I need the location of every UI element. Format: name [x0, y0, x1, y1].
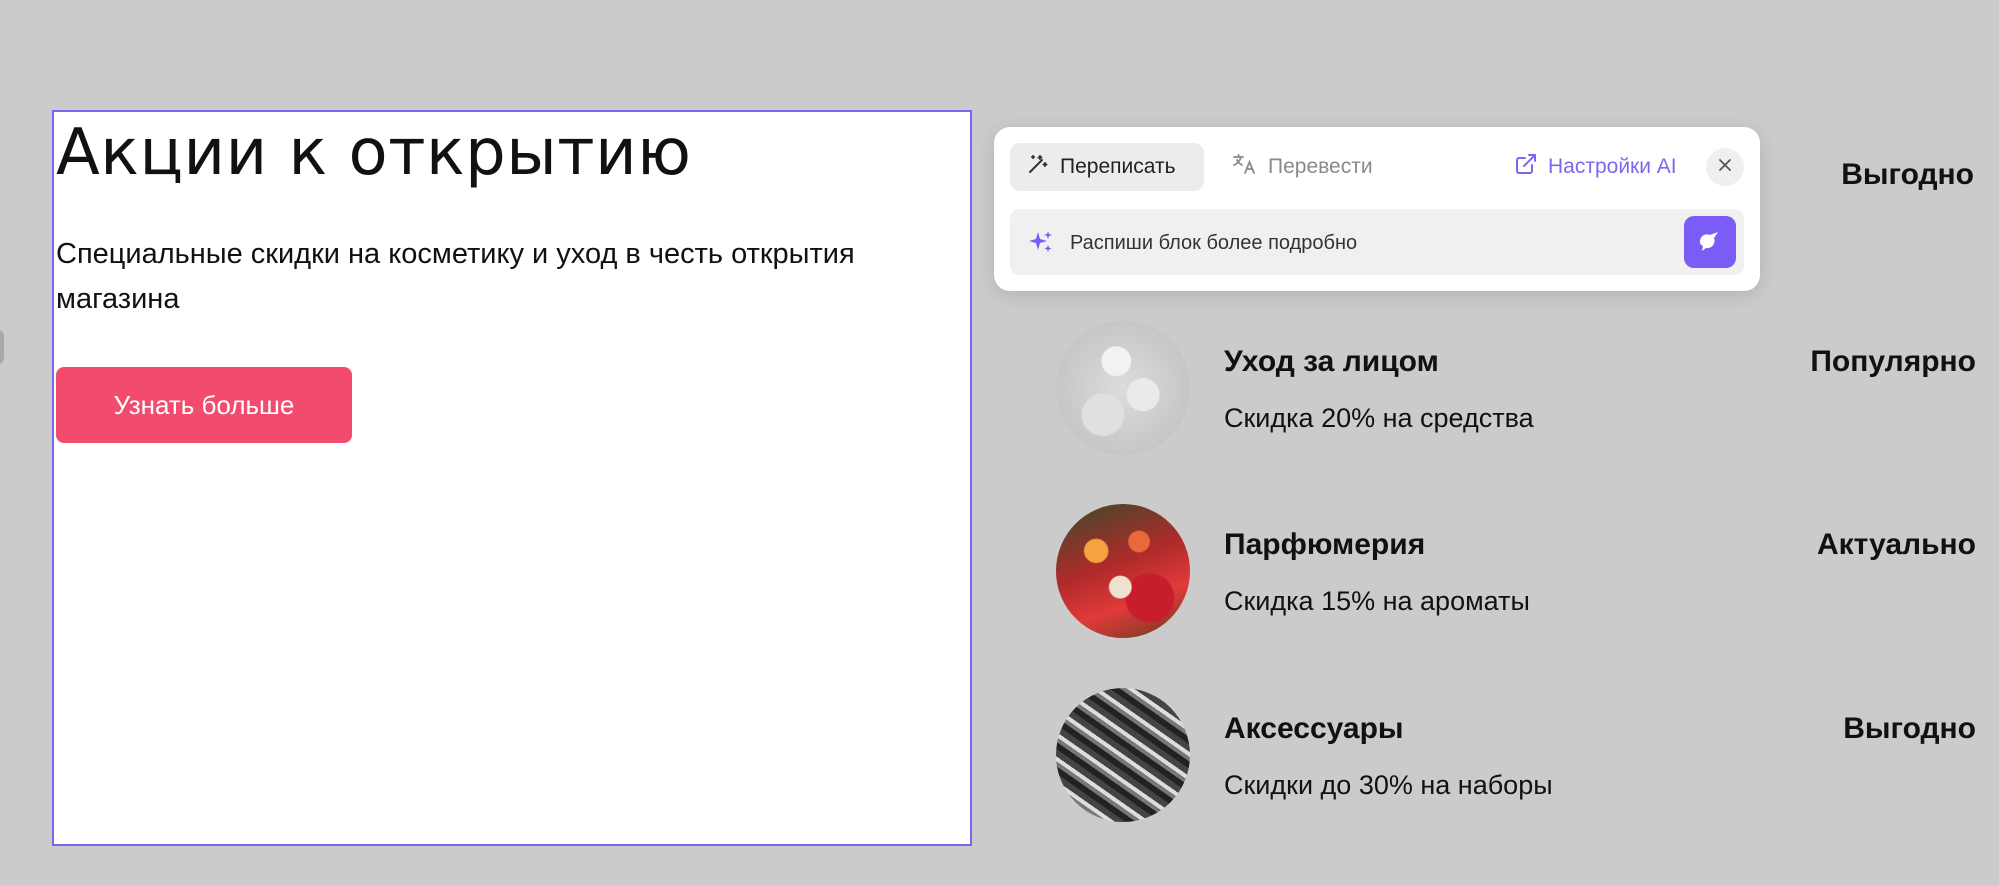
ai-settings-link[interactable]: Настройки AI [1514, 143, 1677, 191]
promo-badge: Актуально [1816, 528, 1976, 561]
hero-title: Акции к открытию [56, 116, 692, 190]
selected-hero-block[interactable]: Акции к открытию Специальные скидки на к… [52, 110, 972, 846]
promo-item[interactable]: Парфюмерия Скидка 15% на ароматы Актуаль… [1056, 504, 1976, 640]
promo-title: Уход за лицом [1224, 345, 1439, 378]
drag-handle[interactable] [0, 330, 4, 364]
send-icon [1696, 226, 1724, 259]
top-promo-badge: Выгодно [1841, 158, 1974, 191]
promo-title: Парфюмерия [1224, 528, 1426, 561]
send-button[interactable] [1684, 216, 1736, 268]
face-care-photo [1056, 321, 1190, 455]
tab-translate-label: Перевести [1268, 155, 1373, 178]
promo-badge: Выгодно [1843, 712, 1976, 745]
promo-title: Аксессуары [1224, 712, 1404, 745]
tab-translate[interactable]: Перевести [1216, 143, 1389, 191]
external-link-icon [1514, 152, 1538, 182]
accessories-photo [1056, 688, 1190, 822]
close-icon [1717, 157, 1733, 178]
learn-more-button[interactable]: Узнать больше [56, 367, 352, 443]
promo-description: Скидка 15% на ароматы [1224, 586, 1530, 616]
translate-icon [1232, 152, 1258, 182]
ai-prompt-input[interactable] [1068, 223, 1652, 263]
promo-description: Скидка 20% на средства [1224, 403, 1534, 433]
tab-rewrite[interactable]: Переписать [1010, 143, 1204, 191]
tab-rewrite-label: Переписать [1060, 155, 1176, 178]
magic-wand-icon [1026, 152, 1050, 182]
promo-item[interactable]: Уход за лицом Скидка 20% на средства Поп… [1056, 321, 1976, 457]
ai-settings-label: Настройки AI [1548, 155, 1677, 178]
close-button[interactable] [1706, 148, 1744, 186]
promo-description: Скидки до 30% на наборы [1224, 770, 1553, 800]
promo-badge: Популярно [1810, 345, 1976, 378]
promo-item[interactable]: Аксессуары Скидки до 30% на наборы Выгод… [1056, 688, 1976, 824]
perfume-photo [1056, 504, 1190, 638]
hero-subtitle: Специальные скидки на косметику и уход в… [56, 238, 855, 315]
sparkles-icon [1028, 229, 1054, 260]
ai-assistant-panel: Переписать Перевести Настройки AI [994, 127, 1760, 291]
ai-prompt-field [1010, 209, 1744, 275]
